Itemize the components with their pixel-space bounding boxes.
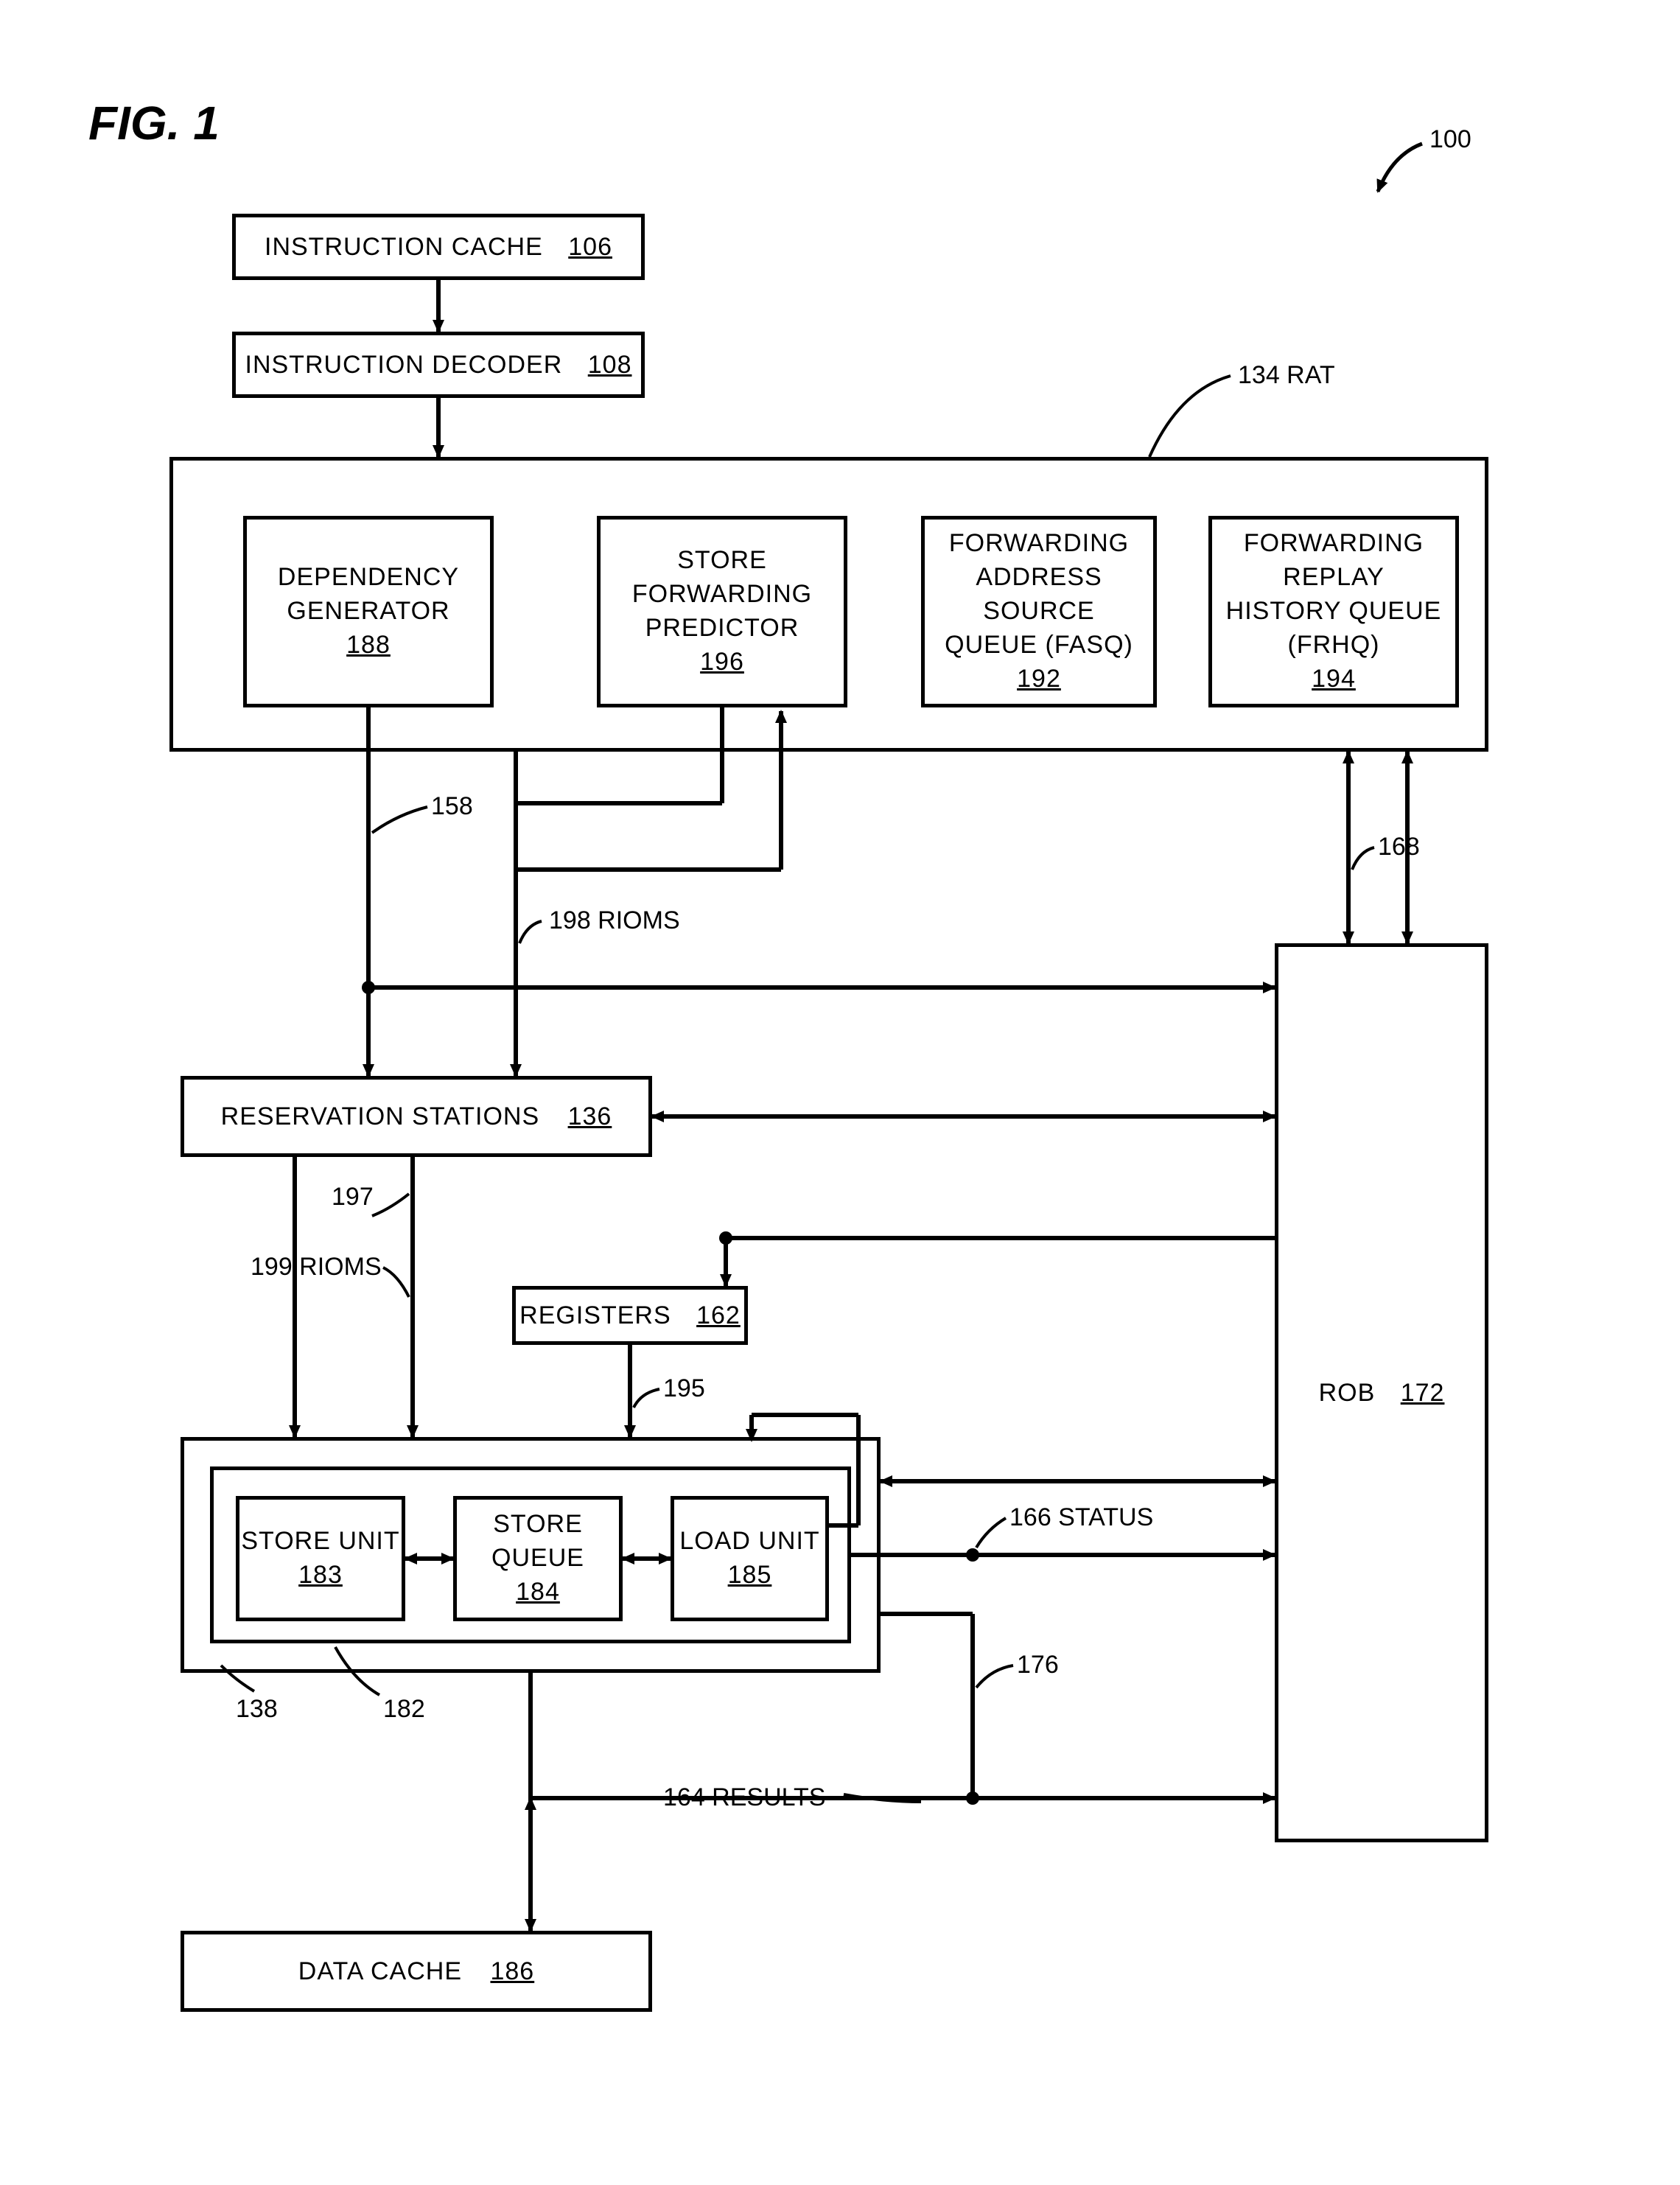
sfpred-label-3: PREDICTOR [645,612,799,646]
frhq-box: FORWARDING REPLAY HISTORY QUEUE (FRHQ) 1… [1208,516,1459,707]
store-queue-ref: 184 [516,1576,560,1609]
label-199: 199 RIOMS [251,1253,382,1282]
label-168: 168 [1378,833,1420,861]
instruction-cache-box: INSTRUCTION CACHE 106 [232,214,645,280]
fasq-label-2: ADDRESS [976,561,1102,595]
resv-label: RESERVATION STATIONS [221,1102,539,1131]
dependency-generator-box: DEPENDENCY GENERATOR 188 [243,516,494,707]
resv-ref: 136 [568,1102,612,1131]
load-unit-box: LOAD UNIT 185 [671,1496,829,1621]
instruction-cache-ref: 106 [568,233,612,262]
instruction-cache-label: INSTRUCTION CACHE [265,233,543,262]
fasq-ref: 192 [1017,663,1061,696]
label-164: 164 RESULTS [663,1783,825,1812]
label-176: 176 [1017,1651,1059,1679]
sfpred-ref: 196 [700,646,744,679]
rob-box: ROB 172 [1275,943,1488,1842]
fasq-label-4: QUEUE (FASQ) [945,629,1133,663]
label-198: 198 RIOMS [549,906,680,935]
data-cache-box: DATA CACHE 186 [181,1931,652,2012]
sfpred-label-1: STORE [677,544,767,578]
frhq-label-2: REPLAY [1283,561,1385,595]
figure-title: FIG. 1 [88,96,220,150]
system-ref-label: 100 [1429,125,1471,154]
fasq-box: FORWARDING ADDRESS SOURCE QUEUE (FASQ) 1… [921,516,1157,707]
store-queue-box: STORE QUEUE 184 [453,1496,623,1621]
store-queue-label-1: STORE [493,1508,583,1542]
store-unit-box: STORE UNIT 183 [236,1496,405,1621]
label-138: 138 [236,1695,278,1724]
depgen-ref: 188 [346,629,391,663]
store-forwarding-predictor-box: STORE FORWARDING PREDICTOR 196 [597,516,847,707]
instruction-decoder-box: INSTRUCTION DECODER 108 [232,332,645,398]
frhq-label-1: FORWARDING [1244,527,1424,561]
instruction-decoder-ref: 108 [588,351,632,380]
load-unit-ref: 185 [728,1559,772,1593]
store-unit-ref: 183 [298,1559,343,1593]
frhq-ref: 194 [1312,663,1356,696]
depgen-label-1: DEPENDENCY [278,561,459,595]
label-166: 166 STATUS [1009,1503,1153,1532]
store-unit-label: STORE UNIT [241,1525,399,1559]
data-cache-label: DATA CACHE [298,1957,462,1986]
store-queue-label-2: QUEUE [491,1542,584,1576]
label-197: 197 [332,1183,374,1212]
data-cache-ref: 186 [490,1957,534,1986]
page-root: FIG. 1 100 INSTRUCTION CACHE 106 INSTRUC… [0,0,1680,2185]
registers-label: REGISTERS [519,1301,671,1330]
label-182: 182 [383,1695,425,1724]
rob-label: ROB [1319,1379,1376,1408]
frhq-label-3: HISTORY QUEUE [1226,595,1442,629]
registers-ref: 162 [696,1301,741,1330]
rob-ref: 172 [1401,1379,1445,1408]
frhq-label-4: (FRHQ) [1288,629,1380,663]
depgen-label-2: GENERATOR [287,595,449,629]
label-195: 195 [663,1374,705,1403]
label-158: 158 [431,792,473,821]
instruction-decoder-label: INSTRUCTION DECODER [245,351,563,380]
reservation-stations-box: RESERVATION STATIONS 136 [181,1076,652,1157]
fasq-label-1: FORWARDING [949,527,1129,561]
rat-ref-label: 134 RAT [1238,361,1335,390]
fasq-label-3: SOURCE [983,595,1094,629]
load-unit-label: LOAD UNIT [679,1525,819,1559]
sfpred-label-2: FORWARDING [632,578,812,612]
registers-box: REGISTERS 162 [512,1286,748,1345]
